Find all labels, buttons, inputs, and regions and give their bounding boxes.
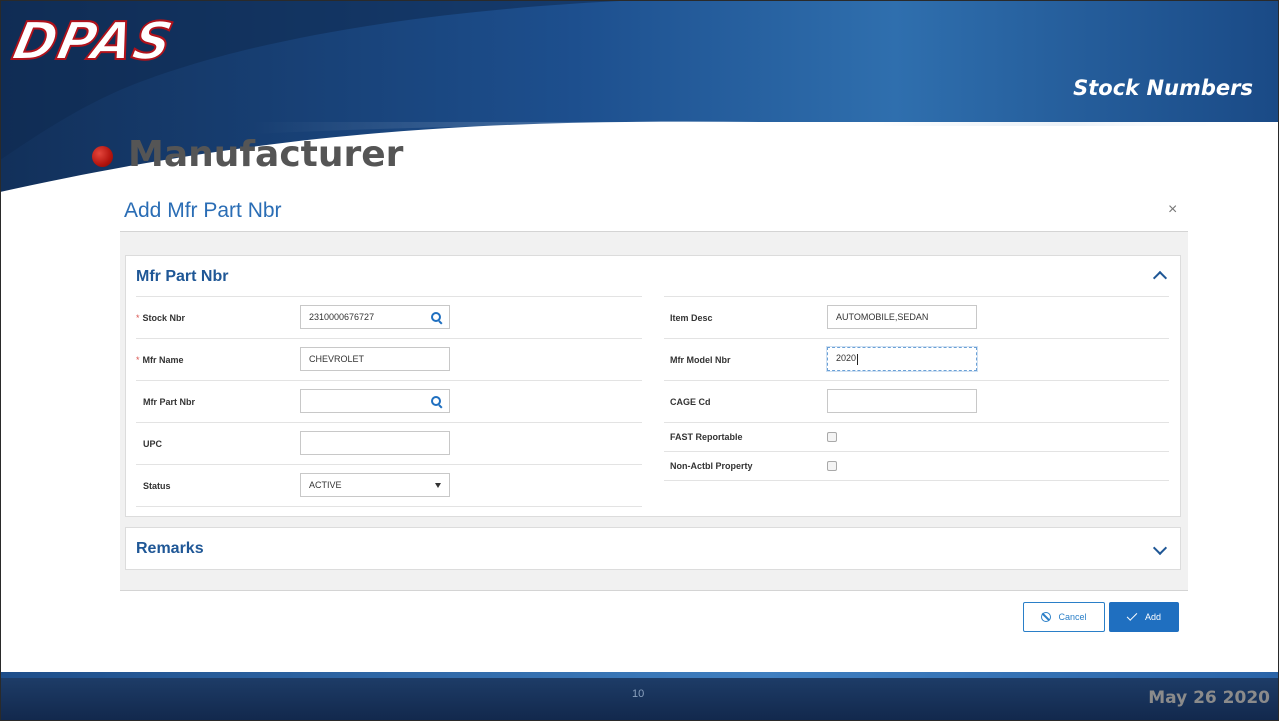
- check-icon: [1126, 610, 1138, 621]
- fast-reportable-label: FAST Reportable: [670, 432, 743, 442]
- add-button-label: Add: [1144, 612, 1161, 622]
- mfr-part-nbr-input[interactable]: [300, 389, 450, 413]
- mfr-part-nbr-panel: [125, 255, 1181, 517]
- divider: [136, 464, 642, 465]
- add-button[interactable]: Add: [1109, 602, 1179, 632]
- cage-cd-input[interactable]: [827, 389, 977, 413]
- cancel-button-label: Cancel: [1058, 612, 1087, 622]
- slide-heading: Manufacturer: [128, 134, 404, 175]
- mfr-name-label: * Mfr Name: [136, 355, 184, 365]
- non-actbl-property-checkbox[interactable]: [827, 461, 837, 471]
- footer-accent: [0, 672, 1279, 678]
- search-icon[interactable]: [431, 396, 441, 406]
- panel-title: Mfr Part Nbr: [136, 268, 229, 285]
- mfr-model-nbr-input[interactable]: 2020: [826, 346, 978, 372]
- upc-label: UPC: [143, 439, 163, 449]
- cancel-button[interactable]: Cancel: [1023, 602, 1105, 632]
- divider: [664, 338, 1169, 339]
- divider: [664, 480, 1169, 481]
- divider: [136, 422, 642, 423]
- text-cursor: [857, 353, 859, 365]
- bullet-icon: [92, 146, 113, 167]
- cage-cd-label: CAGE Cd: [670, 397, 711, 407]
- fast-reportable-checkbox[interactable]: [827, 432, 837, 442]
- divider: [664, 422, 1169, 423]
- remarks-title[interactable]: Remarks: [136, 540, 204, 558]
- close-icon[interactable]: ×: [1168, 201, 1177, 219]
- cancel-icon: [1041, 612, 1052, 622]
- remarks-panel[interactable]: [125, 527, 1181, 570]
- divider: [664, 380, 1169, 381]
- non-actbl-property-label: Non-Actbl Property: [670, 461, 753, 471]
- dialog-title: Add Mfr Part Nbr: [124, 199, 282, 222]
- mfr-name-input[interactable]: CHEVROLET: [300, 347, 450, 371]
- upc-input[interactable]: [300, 431, 450, 455]
- divider: [136, 506, 642, 507]
- divider: [136, 296, 642, 297]
- item-desc-label: Item Desc: [670, 313, 713, 323]
- divider: [664, 296, 1169, 297]
- mfr-part-nbr-label: Mfr Part Nbr: [143, 397, 196, 407]
- stock-nbr-label: * Stock Nbr: [136, 313, 186, 323]
- status-select[interactable]: ACTIVE: [300, 473, 450, 497]
- search-icon[interactable]: [431, 312, 441, 322]
- slide-date: May 26 2020: [1148, 688, 1270, 708]
- divider: [136, 338, 642, 339]
- divider: [136, 380, 642, 381]
- status-label: Status: [143, 481, 171, 491]
- page-number: 10: [632, 688, 645, 700]
- divider: [664, 451, 1169, 452]
- item-desc-input[interactable]: AUTOMOBILE,SEDAN: [827, 305, 977, 329]
- section-title: Stock Numbers: [1073, 76, 1253, 100]
- dropdown-arrow-icon: [435, 482, 441, 488]
- mfr-model-nbr-label: Mfr Model Nbr: [670, 355, 731, 365]
- stock-nbr-input[interactable]: 2310000676727: [300, 305, 450, 329]
- dpas-logo: DPAS: [7, 11, 180, 73]
